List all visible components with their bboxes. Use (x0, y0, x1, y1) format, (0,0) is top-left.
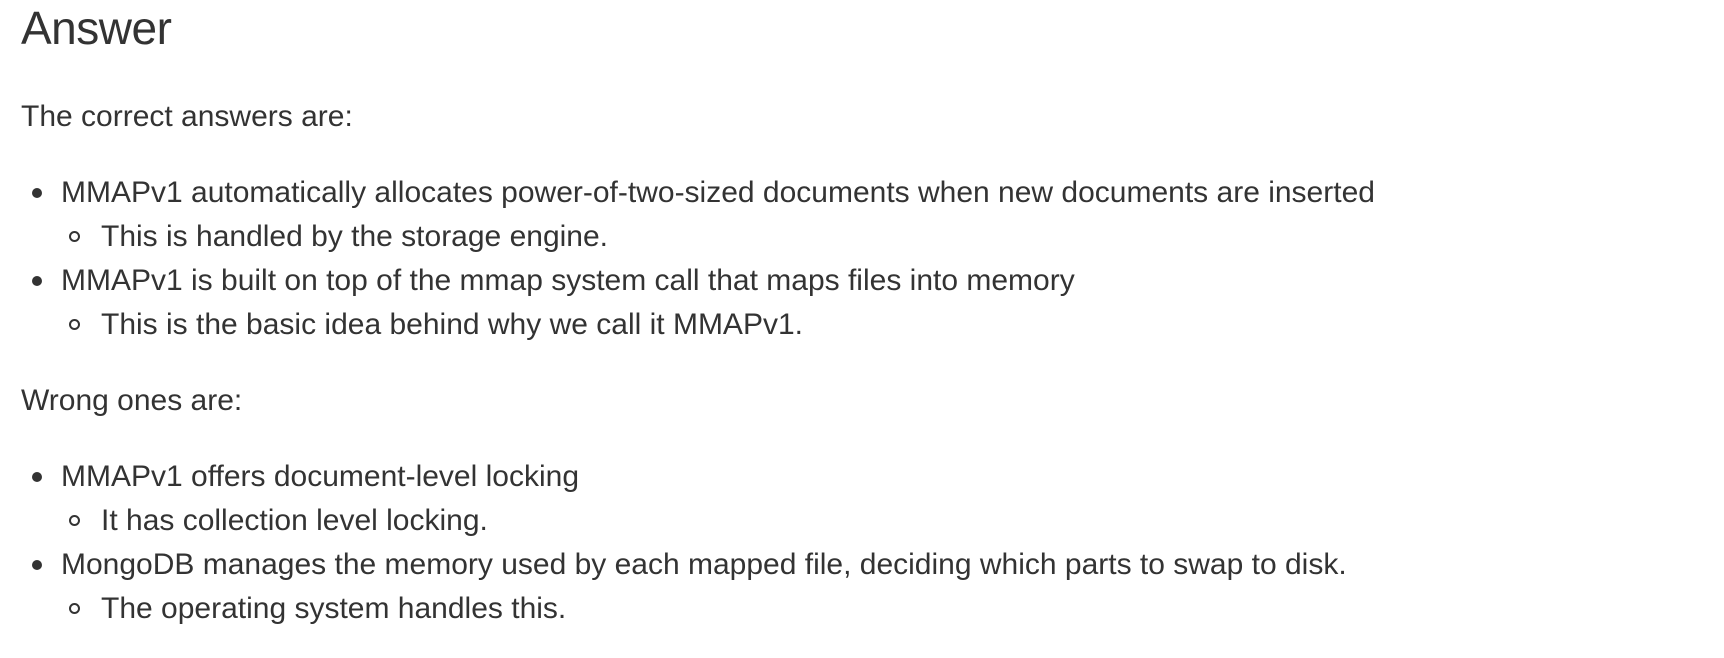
sub-list-item: This is the basic idea behind why we cal… (61, 303, 1724, 347)
list-item-text: MongoDB manages the memory used by each … (61, 548, 1347, 581)
sub-list-item-text: This is the basic idea behind why we cal… (101, 308, 803, 341)
bullet-icon (32, 472, 42, 482)
sub-list-item-text: The operating system handles this. (101, 592, 567, 625)
sub-list: This is the basic idea behind why we cal… (61, 303, 1724, 347)
list-item: MMAPv1 offers document-level locking It … (21, 455, 1724, 543)
sub-list-item: The operating system handles this. (61, 587, 1724, 631)
bullet-icon (32, 188, 42, 198)
bullet-icon (32, 276, 42, 286)
sub-list: It has collection level locking. (61, 499, 1724, 543)
list-item-text: MMAPv1 offers document-level locking (61, 460, 579, 493)
page-title: Answer (21, 2, 172, 54)
circle-bullet-icon (69, 231, 80, 242)
circle-bullet-icon (69, 319, 80, 330)
circle-bullet-icon (69, 603, 80, 614)
list-item: MMAPv1 automatically allocates power-of-… (21, 171, 1724, 259)
wrong-intro: Wrong ones are: (21, 384, 243, 417)
correct-intro: The correct answers are: (21, 100, 353, 133)
answer-section: Answer The correct answers are: MMAPv1 a… (0, 0, 1724, 631)
list-item: MongoDB manages the memory used by each … (21, 543, 1724, 631)
wrong-answers-list: MMAPv1 offers document-level locking It … (21, 455, 1724, 631)
sub-list: The operating system handles this. (61, 587, 1724, 631)
list-item: MMAPv1 is built on top of the mmap syste… (21, 259, 1724, 347)
circle-bullet-icon (69, 515, 80, 526)
sub-list-item: It has collection level locking. (61, 499, 1724, 543)
list-item-text: MMAPv1 automatically allocates power-of-… (61, 176, 1375, 209)
sub-list-item-text: It has collection level locking. (101, 504, 488, 537)
correct-answers-list: MMAPv1 automatically allocates power-of-… (21, 171, 1724, 347)
sub-list-item-text: This is handled by the storage engine. (101, 220, 608, 253)
list-item-text: MMAPv1 is built on top of the mmap syste… (61, 264, 1075, 297)
sub-list-item: This is handled by the storage engine. (61, 215, 1724, 259)
sub-list: This is handled by the storage engine. (61, 215, 1724, 259)
bullet-icon (32, 560, 42, 570)
